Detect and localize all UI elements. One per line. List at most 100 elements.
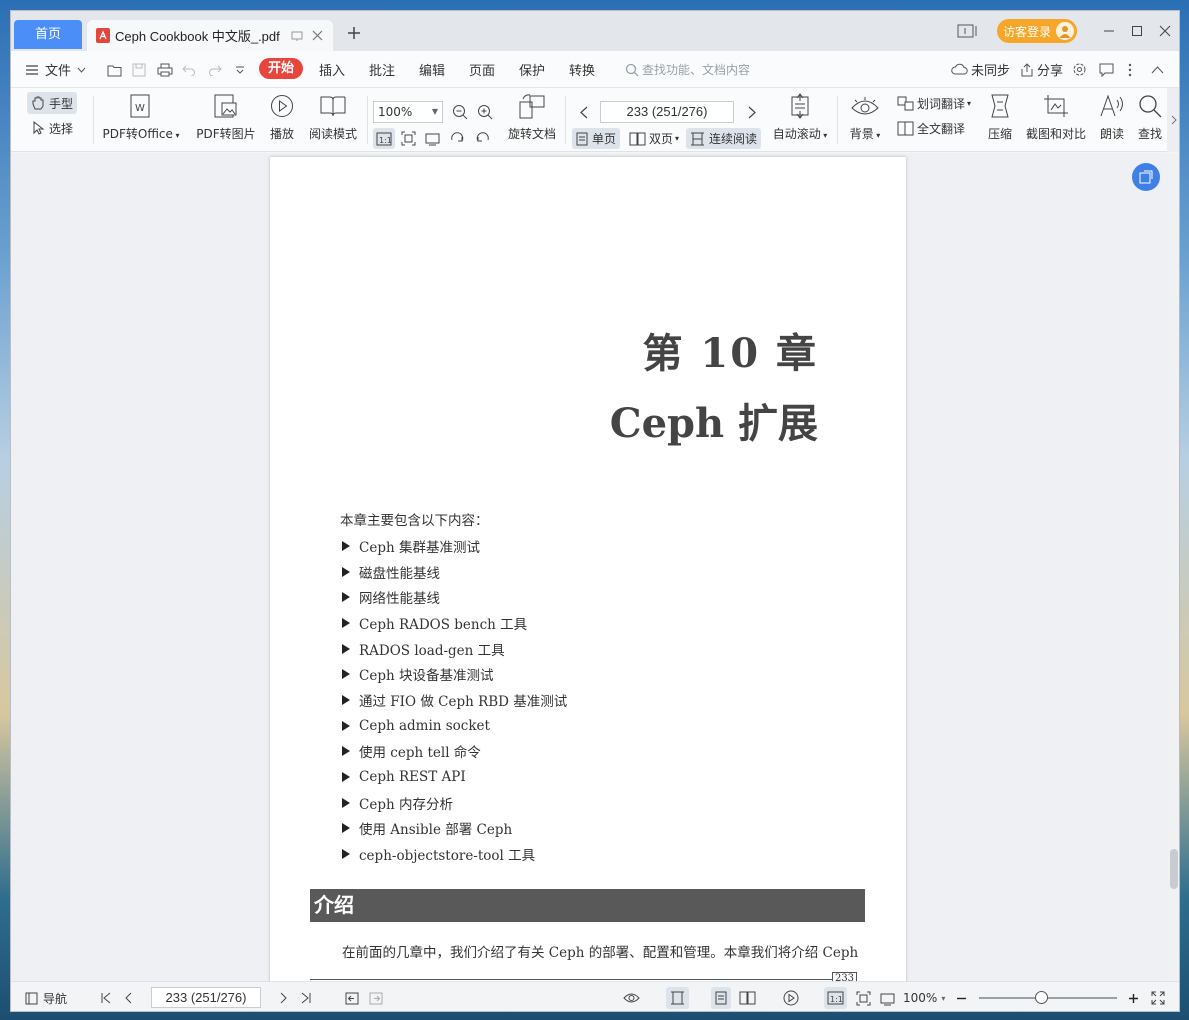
prev-page-icon[interactable] bbox=[576, 101, 592, 123]
close-window-icon[interactable] bbox=[1151, 11, 1179, 51]
fit-width-icon[interactable] bbox=[422, 128, 443, 149]
window-layout-icon[interactable] bbox=[957, 24, 979, 38]
tab-insert[interactable]: 插入 bbox=[319, 51, 345, 88]
status-zoom-select[interactable]: 100% ▾ bbox=[903, 982, 945, 1011]
zoom-slider-knob[interactable] bbox=[1035, 991, 1048, 1004]
pdf-to-image-button[interactable]: PDF转图片 bbox=[194, 92, 258, 142]
eye-protection-icon[interactable] bbox=[623, 982, 640, 1011]
tab-protect[interactable]: 保护 bbox=[519, 51, 545, 88]
status-page-input[interactable]: 233 (251/276) bbox=[151, 987, 261, 1008]
file-menu[interactable]: 文件 bbox=[25, 51, 86, 88]
share-button[interactable]: 分享 bbox=[1019, 51, 1063, 88]
tab-close-icon[interactable] bbox=[312, 30, 323, 41]
scrollbar-thumb[interactable] bbox=[1170, 849, 1178, 889]
minimize-icon[interactable] bbox=[1095, 11, 1123, 51]
first-page-icon[interactable] bbox=[101, 982, 111, 1011]
next-page-icon[interactable] bbox=[744, 101, 760, 123]
list-item: 使用 Ansible 部署 Ceph bbox=[342, 816, 567, 842]
auto-scroll-button[interactable]: 自动滚动 ▾ bbox=[770, 92, 830, 142]
pdf-to-office-button[interactable]: W PDF转Office ▾ bbox=[101, 92, 181, 142]
actual-size-icon[interactable]: 1:1 bbox=[373, 128, 395, 149]
save-icon[interactable] bbox=[132, 51, 146, 88]
prev-page-status-icon[interactable] bbox=[125, 982, 132, 1011]
login-button[interactable]: 访客登录 bbox=[997, 19, 1077, 43]
floating-tool-button[interactable] bbox=[1132, 163, 1160, 191]
fit-page-icon[interactable] bbox=[398, 128, 419, 149]
body-paragraph: 在前面的几章中，我们介绍了有关 Ceph 的部署、配置和管理。本章我们将介绍 C… bbox=[342, 945, 859, 961]
full-translate-button[interactable]: 全文翻译 bbox=[893, 117, 969, 139]
play-button[interactable]: 播放 bbox=[266, 92, 298, 142]
background-button[interactable]: 背景 ▾ bbox=[847, 92, 883, 142]
redo-icon[interactable] bbox=[208, 51, 222, 88]
list-item: 网络性能基线 bbox=[342, 584, 567, 610]
read-mode-button[interactable]: 阅读模式 bbox=[307, 92, 359, 142]
rotate-doc-button[interactable]: 旋转文档 bbox=[507, 92, 557, 142]
hand-tool-button[interactable]: 手型 bbox=[27, 92, 78, 114]
translate-icon bbox=[897, 96, 914, 111]
zoom-slider[interactable] bbox=[979, 991, 1117, 1004]
search-placeholder: 查找功能、文档内容 bbox=[642, 63, 751, 77]
settings-icon[interactable] bbox=[1072, 51, 1087, 88]
search-input[interactable]: 查找功能、文档内容 bbox=[625, 51, 750, 88]
word-translate-button[interactable]: 划词翻译 ▾ bbox=[893, 92, 975, 114]
vertical-scrollbar[interactable] bbox=[1167, 153, 1179, 981]
tab-annotate[interactable]: 批注 bbox=[369, 51, 395, 88]
fit-width-status-icon[interactable] bbox=[880, 982, 895, 1011]
new-tab-icon[interactable] bbox=[347, 26, 361, 40]
message-icon[interactable] bbox=[1099, 51, 1114, 88]
export-icon bbox=[1139, 170, 1153, 184]
single-page-status-icon[interactable] bbox=[711, 987, 731, 1009]
compress-button[interactable]: 压缩 bbox=[985, 92, 1015, 142]
read-aloud-button[interactable]: 朗读 bbox=[1096, 92, 1128, 142]
tab-page[interactable]: 页面 bbox=[469, 51, 495, 88]
play-icon bbox=[270, 92, 294, 120]
tab-document[interactable]: Ceph Cookbook 中文版_.pdf bbox=[87, 20, 333, 51]
double-page-button[interactable]: 双页 ▾ bbox=[625, 128, 683, 149]
back-icon[interactable] bbox=[345, 982, 359, 1011]
rotate-right-icon[interactable] bbox=[447, 128, 468, 149]
maximize-icon[interactable] bbox=[1123, 11, 1151, 51]
last-page-icon[interactable] bbox=[301, 982, 311, 1011]
undo-icon[interactable] bbox=[182, 51, 196, 88]
list-item: Ceph 集群基准测试 bbox=[342, 533, 567, 559]
quick-access-dropdown-icon[interactable] bbox=[235, 51, 245, 88]
fullscreen-icon[interactable] bbox=[1151, 982, 1165, 1011]
zoom-out-icon[interactable] bbox=[448, 101, 472, 123]
bullet-triangle-icon bbox=[342, 540, 350, 551]
ribbon-scroll-right-icon[interactable] bbox=[1167, 88, 1179, 152]
fit-page-status-icon[interactable] bbox=[856, 982, 871, 1011]
single-page-button[interactable]: 单页 bbox=[572, 128, 621, 149]
svg-text:W: W bbox=[135, 103, 145, 114]
tab-edit[interactable]: 编辑 bbox=[419, 51, 445, 88]
print-icon[interactable] bbox=[157, 51, 173, 88]
status-bar: 导航 233 (251/276) 1:1 100% ▾ bbox=[11, 981, 1179, 1011]
bullet-triangle-icon bbox=[342, 617, 350, 628]
page-number-input[interactable]: 233 (251/276) bbox=[600, 101, 734, 123]
tab-home[interactable]: 首页 bbox=[14, 20, 82, 49]
play-status-icon[interactable] bbox=[783, 982, 799, 1011]
double-page-status-icon[interactable] bbox=[739, 982, 756, 1011]
open-icon[interactable] bbox=[107, 51, 123, 88]
chapter-number: 第 10 章 bbox=[642, 330, 818, 377]
continuous-status-icon[interactable] bbox=[666, 987, 689, 1009]
screenshot-compare-button[interactable]: 截图和对比 bbox=[1024, 92, 1088, 142]
zoom-plus-icon[interactable] bbox=[1128, 982, 1139, 1011]
nav-panel-button[interactable]: 导航 bbox=[25, 982, 67, 1011]
find-button[interactable]: 查找 bbox=[1135, 92, 1165, 142]
select-tool-button[interactable]: 选择 bbox=[27, 117, 77, 139]
more-icon[interactable] bbox=[1128, 51, 1132, 88]
collapse-ribbon-icon[interactable] bbox=[1151, 51, 1164, 88]
tab-float-icon[interactable] bbox=[291, 30, 303, 42]
zoom-in-icon[interactable] bbox=[473, 101, 497, 123]
zoom-minus-icon[interactable] bbox=[956, 982, 967, 1011]
find-label: 查找 bbox=[1137, 127, 1162, 141]
rotate-left-icon[interactable] bbox=[472, 128, 493, 149]
forward-icon[interactable] bbox=[369, 982, 383, 1011]
continuous-read-button[interactable]: 连续阅读 bbox=[686, 128, 762, 149]
tab-start[interactable]: 开始 bbox=[259, 58, 303, 79]
zoom-select[interactable]: 100% ▼ bbox=[373, 101, 443, 123]
sync-button[interactable]: 未同步 bbox=[951, 51, 1010, 88]
next-page-status-icon[interactable] bbox=[280, 982, 287, 1011]
actual-size-status-icon[interactable]: 1:1 bbox=[824, 987, 847, 1009]
tab-convert[interactable]: 转换 bbox=[569, 51, 595, 88]
